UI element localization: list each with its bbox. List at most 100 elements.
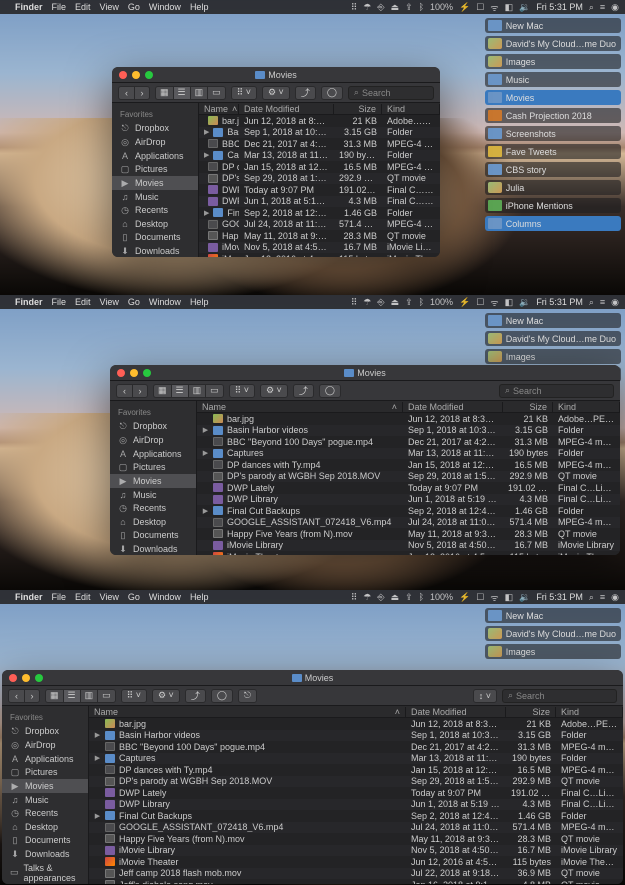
status-icon[interactable]: ⇪ [405,592,413,603]
file-row[interactable]: Jeff's diabolo song.mov Jan 16, 2018 at … [89,879,623,884]
action-button[interactable]: ⚙ ˅ [260,384,288,398]
titlebar[interactable]: Movies [2,670,623,686]
menu-item[interactable]: File [52,592,67,602]
sidebar-item[interactable]: ⌂Desktop [2,820,88,833]
clock[interactable]: Fri 5:31 PM [536,2,583,12]
col-name[interactable]: Name ˄ [89,707,406,717]
group-button[interactable]: ⠿ ˅ [231,86,257,100]
desktop-stack[interactable]: Images [485,54,621,69]
action-button[interactable]: ⚙ ˅ [262,86,290,100]
file-row[interactable]: DWP Library Jun 1, 2018 at 5:19 PM 4.3 M… [199,196,440,208]
status-icon[interactable]: ⠿ [351,2,358,13]
status-icon[interactable]: ᯤ [490,296,498,309]
disclosure-icon[interactable]: ▶ [202,449,209,457]
search-field[interactable]: ⌕Search [499,384,614,398]
menu-item[interactable]: Help [190,297,209,307]
file-row[interactable]: Happy Five Years (from N).mov May 11, 20… [197,528,620,540]
column-view-button[interactable]: ▥ [190,86,208,100]
app-menu[interactable]: Finder [15,297,43,307]
menu-item[interactable]: Edit [75,2,91,12]
col-date[interactable]: Date Modified [239,104,334,114]
file-row[interactable]: DP dances with Ty.mp4 Jan 15, 2018 at 12… [89,764,623,776]
close-button[interactable] [119,71,127,79]
desktop-stack[interactable]: Fave Tweets [485,144,621,159]
minimize-button[interactable] [22,674,30,682]
status-icon[interactable]: 🔉 [519,2,530,13]
sidebar-item[interactable]: ▯Documents [112,230,198,244]
column-view-button[interactable]: ▥ [80,689,98,703]
status-icon[interactable]: ☂ [363,297,371,308]
col-name[interactable]: Name ˄ [199,104,239,114]
tags-button[interactable]: ◯ [321,86,343,100]
menu-extra-icon[interactable]: ◉ [611,592,619,603]
share-button[interactable]: ⤴ [293,384,314,398]
file-row[interactable]: ▶Captures Mar 13, 2018 at 11:58 PM 190 b… [197,448,620,460]
menu-extra-icon[interactable]: ◉ [611,297,619,308]
file-row[interactable]: DWP Library Jun 1, 2018 at 5:19 PM 4.3 M… [89,799,623,811]
menu-extra-icon[interactable]: ⌕ [589,592,594,603]
desktop-stack[interactable]: Cash Projection 2018 [485,108,621,123]
menu-item[interactable]: Go [128,297,140,307]
sidebar-item[interactable]: ◎AirDrop [112,135,198,149]
forward-button[interactable]: › [24,689,40,703]
file-row[interactable]: Happy Fi…m N).mov May 11, 2018 at 9:36 A… [199,230,440,242]
file-row[interactable]: Happy Five Years (from N).mov May 11, 20… [89,833,623,845]
file-row[interactable]: GOOGLE_ASSISTANT_072418_V6.mp4 Jul 24, 2… [197,517,620,529]
file-row[interactable]: iMovie Theater Jun 12, 2016 at 4:53 PM 1… [197,551,620,555]
gallery-view-button[interactable]: ▭ [207,86,226,100]
col-kind[interactable]: Kind [382,104,440,114]
sidebar-item[interactable]: ⎋Dropbox [110,419,196,433]
gallery-view-button[interactable]: ▭ [205,384,224,398]
status-icon[interactable]: ᯤ [490,1,498,14]
status-icon[interactable]: ◧ [505,297,514,308]
file-row[interactable]: ▶Final Cut Backups Sep 2, 2018 at 12:41 … [197,505,620,517]
sidebar-item[interactable]: ⎋Dropbox [2,724,88,738]
sidebar-item[interactable]: ♫Music [2,793,88,806]
forward-button[interactable]: › [134,86,150,100]
menu-extra-icon[interactable]: ≡ [600,592,605,602]
status-icon[interactable]: ☐ [476,297,484,308]
desktop-stack[interactable]: David's My Cloud…me Duo [485,36,621,51]
desktop-stack[interactable]: Images [485,349,621,364]
file-row[interactable]: ▶Basin Harbor videos Sep 1, 2018 at 10:3… [199,127,440,139]
close-button[interactable] [117,369,125,377]
sidebar-item[interactable]: AApplications [112,149,198,162]
file-row[interactable]: iMovie Theater Jun 12, 2016 at 4:53 PM 1… [199,253,440,257]
col-kind[interactable]: Kind [556,707,623,717]
status-icon[interactable]: 🔉 [519,297,530,308]
gallery-view-button[interactable]: ▭ [97,689,116,703]
status-icon[interactable]: ⎆ [377,2,384,13]
file-row[interactable]: bar.jpg Jun 12, 2018 at 8:35 PM 21 KB Ad… [197,413,620,425]
file-row[interactable]: BBC "Bey…ogue.mp4 Dec 21, 2017 at 4:29 P… [199,138,440,150]
col-size[interactable]: Size [334,104,382,114]
col-date[interactable]: Date Modified [403,402,503,412]
menu-item[interactable]: Help [190,2,209,12]
status-icon[interactable]: ᛒ [419,297,424,307]
sidebar-item[interactable]: ♫Music [112,190,198,203]
zoom-button[interactable] [145,71,153,79]
desktop-stack[interactable]: CBS story [485,162,621,177]
status-icon[interactable]: ᛒ [419,2,424,12]
desktop-stack[interactable]: Screenshots [485,126,621,141]
menu-item[interactable]: View [100,2,119,12]
group-button[interactable]: ⠿ ˅ [121,689,147,703]
status-icon[interactable]: 🔉 [519,592,530,603]
file-row[interactable]: iMovie Library Nov 5, 2018 at 4:50 PM 16… [197,540,620,552]
sidebar-item[interactable]: ▯Documents [2,833,88,847]
status-icon[interactable]: ⚡ [459,297,470,308]
action-button[interactable]: ⚙ ˅ [152,689,180,703]
sidebar-item[interactable]: ⬇Downloads [2,847,88,861]
disclosure-icon[interactable]: ▶ [94,731,101,739]
status-icon[interactable]: ☐ [476,592,484,603]
sidebar-item[interactable]: ▶Movies [110,474,196,488]
file-row[interactable]: DWP Lately Today at 9:07 PM 191.02 GB Fi… [199,184,440,196]
file-row[interactable]: bar.jpg Jun 12, 2018 at 8:35 PM 21 KB Ad… [89,718,623,730]
file-row[interactable]: DP dances with Ty.mp4 Jan 15, 2018 at 12… [197,459,620,471]
group-button[interactable]: ⠿ ˅ [229,384,255,398]
file-row[interactable]: iMovie Theater Jun 12, 2016 at 4:53 PM 1… [89,856,623,868]
col-date[interactable]: Date Modified [406,707,506,717]
desktop-stack[interactable]: Columns [485,216,621,231]
finder-window[interactable]: Movies ‹ › ▦ ☰ ▥ ▭ ⠿ ˅ ⚙ ˅ ⤴ ◯ ⌕Search F… [112,67,440,257]
menu-item[interactable]: Help [190,592,209,602]
arrange-button[interactable]: ↕ ˅ [473,689,497,703]
